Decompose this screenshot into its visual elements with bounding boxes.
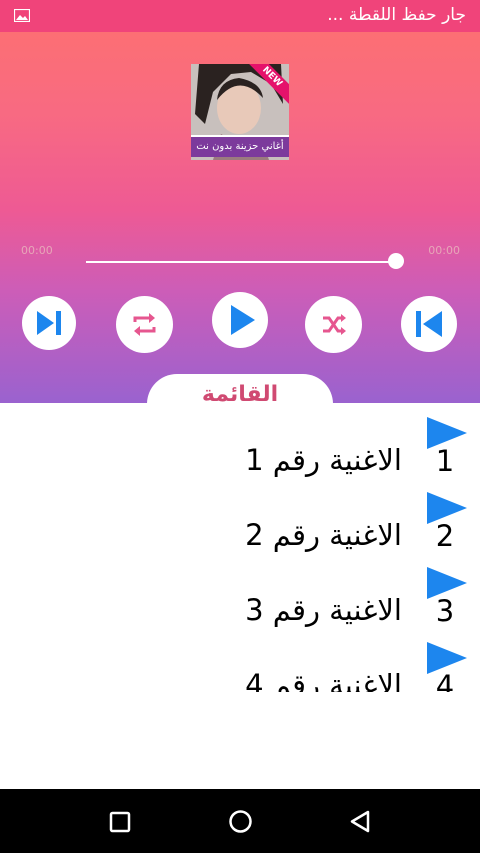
song-number: 4 (435, 669, 455, 692)
time-total: 00:00 (428, 244, 460, 257)
navigation-bar (0, 789, 480, 853)
back-icon[interactable] (348, 809, 372, 834)
song-number: 1 (435, 444, 455, 478)
time-elapsed: 00:00 (21, 244, 53, 257)
skip-previous-icon (416, 311, 442, 337)
song-title: الاغنية رقم 2 (245, 518, 402, 552)
repeat-icon (133, 313, 156, 336)
skip-previous-button[interactable] (401, 296, 457, 352)
image-icon (14, 9, 30, 22)
playlist-tab-label: القائمة (201, 382, 279, 403)
player-panel: NEW أغاني حزينة بدون نت 00:00 00:00 القا… (0, 32, 480, 403)
skip-next-button[interactable] (22, 296, 76, 350)
status-text: جار حفظ اللقطة ... (327, 5, 466, 25)
album-art-title: أغاني حزينة بدون نت (191, 135, 289, 157)
shuffle-button[interactable] (305, 296, 362, 353)
skip-next-icon (37, 311, 61, 335)
song-row-2[interactable]: 2 الاغنية رقم 2 (0, 478, 480, 553)
album-art[interactable]: NEW أغاني حزينة بدون نت (191, 64, 289, 160)
song-title: الاغنية رقم 3 (245, 593, 402, 627)
song-title: الاغنية رقم 1 (245, 443, 402, 477)
song-row-3[interactable]: 3 الاغنية رقم 3 (0, 553, 480, 628)
song-title: الاغنية رقم 4 (245, 668, 402, 692)
shuffle-icon (323, 314, 346, 335)
seek-bar[interactable] (86, 261, 396, 263)
home-icon[interactable] (228, 809, 253, 834)
song-row-4[interactable]: 4 الاغنية رقم 4 (0, 628, 480, 692)
repeat-button[interactable] (116, 296, 173, 353)
recents-icon[interactable] (109, 811, 131, 833)
song-number: 3 (435, 594, 455, 628)
song-row-1[interactable]: 1 الاغنية رقم 1 (0, 403, 480, 478)
playlist-tab[interactable]: القائمة (147, 374, 333, 403)
song-number: 2 (435, 519, 455, 553)
status-bar: جار حفظ اللقطة ... (0, 0, 480, 32)
seek-knob[interactable] (388, 253, 404, 269)
play-icon (231, 305, 255, 335)
song-list: 1 الاغنية رقم 1 2 الاغنية رقم 2 3 الاغني… (0, 403, 480, 692)
play-button[interactable] (212, 292, 268, 348)
